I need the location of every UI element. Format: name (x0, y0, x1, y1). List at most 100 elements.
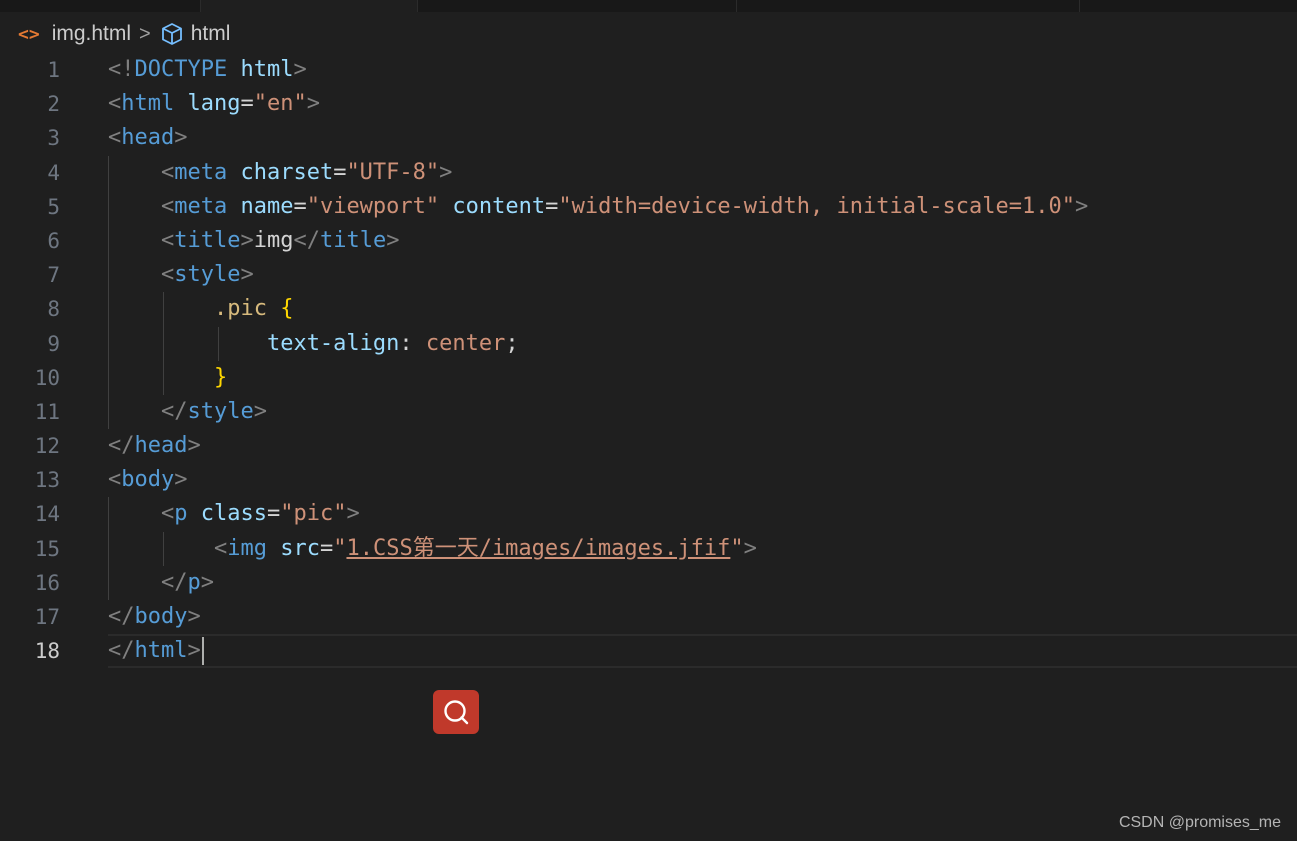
code-token: title (319, 227, 387, 253)
code-line[interactable]: 10 } (0, 360, 1297, 395)
code-text: </body> (108, 600, 201, 634)
code-token: p (174, 501, 188, 527)
code-token: title (174, 227, 241, 253)
code-line[interactable]: 12 </head> (0, 429, 1297, 463)
line-number: 16 (34, 570, 60, 595)
code-line[interactable]: 3 <head> (0, 121, 1297, 155)
code-line[interactable]: 5 <meta name="viewport" content="width=d… (0, 189, 1297, 224)
code-line[interactable]: 15 <img src="1.CSS第一天/images/images.jfif… (0, 531, 1297, 566)
line-number: 11 (34, 399, 60, 424)
code-text: </style> (108, 395, 267, 429)
code-token: > (200, 569, 214, 595)
code-token: < (160, 501, 175, 527)
code-token: text-align (266, 330, 400, 356)
code-token: </ (108, 604, 135, 629)
breadcrumb: <> img.html > html (18, 18, 230, 50)
code-token: > (174, 467, 188, 493)
code-token: = (293, 193, 307, 219)
line-number: 12 (34, 434, 60, 459)
code-token: > (187, 433, 201, 459)
code-editor[interactable]: 1 <!DOCTYPE html> 2 <html lang="en"> 3 <head>… (0, 53, 1297, 669)
code-line[interactable]: 13 <body> (0, 463, 1297, 497)
code-token: < (160, 193, 175, 219)
code-token: "width=device-width, initial-scale=1.0" (558, 193, 1075, 219)
code-token: : (399, 330, 426, 356)
code-token: > (240, 262, 254, 288)
code-token: head (121, 125, 175, 151)
code-token: </ (160, 398, 188, 424)
code-token: </ (293, 227, 320, 253)
code-text: <meta charset="UTF-8"> (108, 156, 452, 190)
code-text: <!DOCTYPE html> (108, 53, 307, 87)
code-token: </ (160, 569, 188, 595)
tab-separator (1079, 0, 1080, 12)
code-token: > (253, 398, 267, 424)
code-text: .pic { (108, 292, 293, 326)
code-line[interactable]: 2 <html lang="en"> (0, 87, 1297, 121)
code-token: html (240, 57, 294, 82)
html-file-icon: <> (18, 23, 40, 45)
tab-separator (736, 0, 737, 12)
code-token: body (121, 467, 175, 493)
line-number: 2 (47, 92, 60, 117)
line-number: 17 (34, 605, 60, 629)
breadcrumb-file[interactable]: img.html (52, 22, 131, 46)
code-line[interactable]: 16 </p> (0, 565, 1297, 600)
code-line[interactable]: 11 </style> (0, 394, 1297, 430)
code-token: "viewport" (306, 193, 440, 219)
code-token: src (280, 535, 320, 561)
code-token: img (227, 535, 267, 561)
code-token: " (730, 535, 744, 561)
code-text: <body> (108, 463, 187, 497)
line-number: 5 (47, 194, 60, 219)
code-token: .pic (213, 296, 267, 322)
code-token: ; (505, 330, 519, 356)
code-token: name (240, 193, 294, 219)
symbol-cube-icon (159, 21, 185, 47)
code-line[interactable]: 17 </body> (0, 600, 1297, 634)
code-token: "en" (253, 91, 307, 117)
code-text: } (108, 361, 227, 395)
line-number: 8 (47, 297, 60, 322)
code-line[interactable]: 18 </html> (35, 634, 1297, 669)
code-token: > (386, 227, 400, 253)
code-line[interactable]: 7 <style> (0, 258, 1297, 293)
code-line[interactable]: 6 <title>img</title> (0, 223, 1297, 259)
code-token: </ (108, 638, 135, 664)
breadcrumb-symbol[interactable]: html (191, 22, 231, 46)
code-text: text-align: center; (108, 327, 519, 361)
code-line[interactable]: 9 text-align: center; (0, 326, 1297, 361)
text-cursor (201, 637, 204, 666)
code-token: body (134, 604, 188, 629)
code-text: </p> (108, 566, 214, 600)
code-text: </head> (108, 429, 201, 463)
code-token: > (306, 91, 320, 117)
line-number: 3 (47, 126, 60, 151)
code-line[interactable]: 14 <p class="pic"> (0, 497, 1297, 532)
code-token: > (240, 227, 254, 253)
code-token: < (108, 467, 122, 493)
code-token: meta (174, 193, 228, 219)
code-token: img (253, 227, 294, 253)
code-token: html (134, 638, 188, 664)
chevron-right-icon: > (139, 22, 151, 45)
line-number: 15 (34, 536, 60, 561)
code-line[interactable]: 8 .pic { (0, 292, 1297, 327)
code-token: > (187, 638, 201, 664)
floating-search-button[interactable] (433, 690, 479, 734)
active-tab[interactable] (200, 0, 418, 12)
code-line[interactable]: 4 <meta charset="UTF-8"> (0, 155, 1297, 190)
code-text: <p class="pic"> (108, 497, 360, 531)
code-line[interactable]: 1 <!DOCTYPE html> (0, 53, 1297, 87)
code-token: class (200, 501, 267, 527)
line-number: 18 (34, 639, 60, 664)
code-token: charset (240, 159, 334, 185)
line-number: 13 (34, 468, 60, 493)
